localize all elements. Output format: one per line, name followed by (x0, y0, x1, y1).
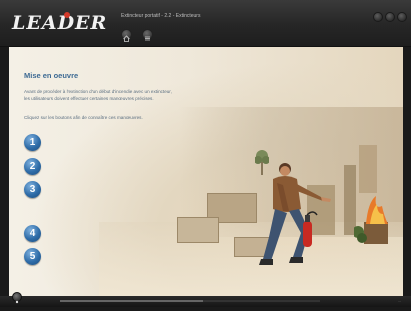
home-button[interactable] (121, 29, 132, 42)
bottom-menu-button[interactable] (12, 292, 22, 304)
logo-accent-dot (64, 12, 70, 18)
progress-bar (60, 300, 320, 302)
step-5-button[interactable]: 5 (24, 248, 41, 265)
menu-icon (15, 300, 19, 304)
progress-fill (60, 300, 203, 302)
home-icon (123, 35, 130, 42)
window-title: Extincteur portatif - 2.2 - Extincteurs (121, 13, 201, 19)
footer-status: ... (397, 298, 401, 303)
fire-image (354, 196, 388, 244)
window-frame (359, 145, 377, 193)
intro-text-line-2: les utilisateurs doivent effectuer certa… (24, 96, 154, 101)
desk (177, 217, 219, 243)
person-with-extinguisher-image (259, 163, 331, 265)
page-title: Mise en oeuvre (24, 71, 79, 80)
app-logo: LEADER (12, 12, 108, 34)
step-1-button[interactable]: 1 (24, 134, 41, 151)
menu-button[interactable] (142, 29, 153, 41)
lesson-panel: Mise en oeuvre Avant de procéder à l'ext… (9, 47, 403, 296)
maximize-button[interactable] (385, 12, 395, 22)
step-2-button[interactable]: 2 (24, 158, 41, 175)
instruction-text: Cliquez sur les boutons afin de connaîtr… (24, 115, 143, 120)
intro-text-line-1: Avant de procéder à l'extinction d'un dé… (24, 89, 172, 94)
menu-icon (145, 36, 150, 41)
step-3-button[interactable]: 3 (24, 181, 41, 198)
title-bar: LEADER Extincteur portatif - 2.2 - Extin… (0, 0, 411, 47)
step-4-button[interactable]: 4 (24, 225, 41, 242)
close-button[interactable] (397, 12, 407, 22)
minimize-button[interactable] (373, 12, 383, 22)
